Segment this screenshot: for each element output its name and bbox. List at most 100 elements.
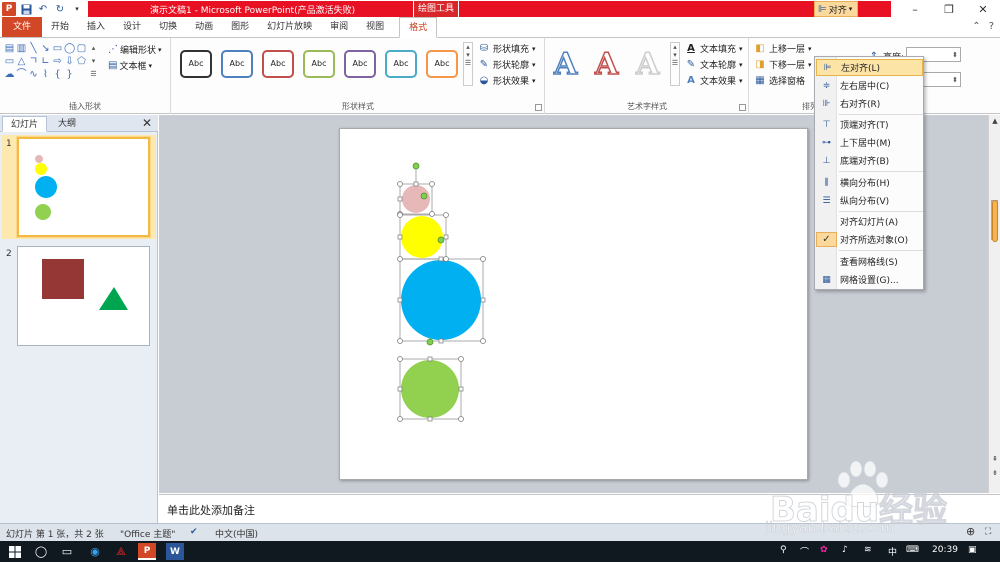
minimize-icon[interactable]: – bbox=[898, 0, 932, 18]
ime-indicator[interactable]: 中 bbox=[888, 545, 897, 558]
blue-circle-group[interactable] bbox=[399, 258, 484, 346]
slide-thumbnail-2[interactable] bbox=[17, 246, 150, 346]
powerpoint-logo-icon[interactable]: P bbox=[2, 2, 16, 16]
tab-slides[interactable]: 幻灯片 bbox=[2, 116, 48, 132]
gallery-more-icon[interactable]: ☰ bbox=[88, 68, 99, 81]
slide[interactable] bbox=[339, 128, 808, 480]
tab-animations[interactable]: 动画 bbox=[186, 17, 222, 37]
windows-start-icon[interactable] bbox=[6, 543, 24, 560]
zoom-slider-handle[interactable] bbox=[992, 200, 998, 242]
shape-style-3[interactable]: Abc bbox=[262, 50, 294, 78]
tab-review[interactable]: 审阅 bbox=[321, 17, 357, 37]
curved-connector-shape-icon[interactable]: ∟ bbox=[40, 55, 51, 68]
shape-style-6[interactable]: Abc bbox=[385, 50, 417, 78]
menu-item-align-left[interactable]: ⊫ 左对齐(L) bbox=[816, 59, 923, 76]
powerpoint-icon[interactable]: P bbox=[138, 543, 156, 560]
shapes-gallery[interactable]: ▤ ▥ ╲ ↘ ▭ ◯ ▢ ▴ ▭ △ ㄱ ∟ ⇨ ⇩ ⬠ ▾ ☁ ⌒ ∿ ⌇ … bbox=[4, 42, 99, 81]
wordart-gallery-scroll[interactable]: ▴ ▾ ☰ bbox=[670, 42, 680, 86]
browser-icon[interactable]: ◉ bbox=[86, 543, 104, 560]
shape-style-7[interactable]: Abc bbox=[426, 50, 458, 78]
tab-design[interactable]: 设计 bbox=[114, 17, 150, 37]
zoom-in-icon[interactable]: ⊕ bbox=[966, 525, 975, 538]
tab-file[interactable]: 文件 bbox=[2, 17, 43, 37]
next-slide-icon[interactable]: ⇟ bbox=[989, 469, 1000, 477]
gallery-down-icon[interactable]: ▾ bbox=[88, 55, 99, 68]
menu-item-align-center[interactable]: ≑ 左右居中(C) bbox=[816, 77, 923, 94]
tab-format[interactable]: 格式 bbox=[399, 17, 438, 38]
vertical-textbox-shape-icon[interactable]: ▥ bbox=[16, 42, 27, 55]
text-fill-button[interactable]: A 文本填充 ▾ bbox=[685, 42, 742, 55]
rotation-handle[interactable] bbox=[420, 192, 428, 200]
menu-item-align-bottom[interactable]: ⊥ 底端对齐(B) bbox=[816, 152, 923, 169]
tab-slideshow[interactable]: 幻灯片放映 bbox=[258, 17, 321, 37]
slide-thumbnail-1[interactable] bbox=[17, 137, 150, 237]
wordart-dialog-launcher-icon[interactable] bbox=[739, 104, 746, 111]
elbow-connector-shape-icon[interactable]: ㄱ bbox=[28, 55, 39, 68]
undo-icon[interactable]: ↶ bbox=[36, 2, 50, 16]
wordart-style-2[interactable]: A bbox=[594, 47, 619, 83]
tab-outline[interactable]: 大纲 bbox=[50, 116, 84, 132]
tray-speaker-icon[interactable]: ♪ bbox=[842, 545, 848, 555]
menu-item-view-gridlines[interactable]: 查看网格线(S) bbox=[816, 253, 923, 270]
scroll-up-icon[interactable]: ▲ bbox=[989, 117, 1000, 125]
prev-slide-icon[interactable]: ⇞ bbox=[989, 455, 1000, 463]
green-circle[interactable] bbox=[401, 360, 459, 418]
tab-graphics[interactable]: 图形 bbox=[222, 17, 258, 37]
vertical-scrollbar[interactable]: ▲ ⇞ ⇟ bbox=[988, 115, 1000, 493]
close-icon[interactable]: ✕ bbox=[142, 116, 152, 130]
cloud-shape-icon[interactable]: ☁ bbox=[4, 68, 15, 81]
redo-icon[interactable]: ↻ bbox=[53, 2, 67, 16]
shape-fill-button[interactable]: ⛁ 形状填充 ▾ bbox=[478, 42, 536, 55]
yellow-circle[interactable] bbox=[401, 216, 443, 258]
tab-insert[interactable]: 插入 bbox=[78, 17, 114, 37]
menu-item-distribute-horizontal[interactable]: ⫼ 横向分布(H) bbox=[816, 174, 923, 191]
menu-item-align-right[interactable]: ⊪ 右对齐(R) bbox=[816, 95, 923, 112]
tab-home[interactable]: 开始 bbox=[42, 17, 78, 37]
tray-network-icon[interactable]: ⌒ bbox=[800, 545, 809, 558]
shape-style-4[interactable]: Abc bbox=[303, 50, 335, 78]
shape-effects-button[interactable]: ◒ 形状效果 ▾ bbox=[478, 74, 536, 87]
gallery-up-icon[interactable]: ▴ bbox=[88, 42, 99, 55]
arrow-line-shape-icon[interactable]: ↘ bbox=[40, 42, 51, 55]
menu-item-align-middle[interactable]: ⊶ 上下居中(M) bbox=[816, 134, 923, 151]
tray-people-icon[interactable]: ⚲ bbox=[780, 545, 787, 555]
freeform-shape-icon[interactable]: ∿ bbox=[28, 68, 39, 81]
customize-qat-icon[interactable]: ▾ bbox=[70, 2, 84, 16]
tray-wifi-icon[interactable]: ≋ bbox=[864, 545, 872, 555]
search-icon[interactable]: ◯ bbox=[32, 543, 50, 560]
shape-style-2[interactable]: Abc bbox=[221, 50, 253, 78]
wordart-style-3[interactable]: A bbox=[635, 47, 660, 83]
line-shape-icon[interactable]: ╲ bbox=[28, 42, 39, 55]
rotation-handle[interactable] bbox=[437, 236, 445, 244]
curve-shape-icon[interactable]: ⌒ bbox=[16, 68, 27, 81]
rect-shape-icon[interactable]: ▭ bbox=[4, 55, 15, 68]
tray-app-icon[interactable]: ✿ bbox=[820, 545, 828, 555]
down-arrow-shape-icon[interactable]: ⇩ bbox=[64, 55, 75, 68]
triangle-shape-icon[interactable]: △ bbox=[16, 55, 27, 68]
notification-icon[interactable]: ▣ bbox=[968, 545, 977, 555]
shape-styles-dialog-launcher-icon[interactable] bbox=[535, 104, 542, 111]
shape-outline-button[interactable]: ✎ 形状轮廓 ▾ bbox=[478, 58, 536, 71]
wordart-style-1[interactable]: A bbox=[553, 47, 578, 83]
rotation-handle[interactable] bbox=[412, 162, 420, 170]
block-arrow-shape-icon[interactable]: ⇨ bbox=[52, 55, 63, 68]
shape-styles-gallery-scroll[interactable]: ▴ ▾ ☰ bbox=[463, 42, 473, 86]
shape-style-5[interactable]: Abc bbox=[344, 50, 376, 78]
left-brace-shape-icon[interactable]: { bbox=[52, 68, 63, 81]
menu-item-grid-settings[interactable]: ▦ 网格设置(G)... bbox=[816, 271, 923, 288]
align-button[interactable]: ⊫ 对齐 ▾ bbox=[814, 1, 858, 17]
task-view-icon[interactable]: ▭ bbox=[58, 543, 76, 560]
selection-pane-button[interactable]: ▦ 选择窗格 bbox=[754, 74, 805, 87]
notes-placeholder[interactable]: 单击此处添加备注 bbox=[167, 502, 255, 518]
word-icon[interactable]: W bbox=[166, 543, 184, 560]
tab-transitions[interactable]: 切换 bbox=[150, 17, 186, 37]
spell-check-icon[interactable]: ✔ bbox=[190, 527, 198, 537]
menu-item-align-to-slide[interactable]: 对齐幻灯片(A) bbox=[816, 213, 923, 230]
blue-circle[interactable] bbox=[401, 260, 481, 340]
pink-circle-group[interactable] bbox=[399, 162, 433, 215]
menu-item-align-top[interactable]: ⊤ 顶端对齐(T) bbox=[816, 116, 923, 133]
text-effects-button[interactable]: A 文本效果 ▾ bbox=[685, 74, 742, 87]
menu-item-distribute-vertical[interactable]: ☰ 纵向分布(V) bbox=[816, 192, 923, 209]
text-box-button[interactable]: ▤ 文本框 ▾ bbox=[108, 59, 152, 72]
rounded-rect-shape-icon[interactable]: ▢ bbox=[76, 42, 87, 55]
